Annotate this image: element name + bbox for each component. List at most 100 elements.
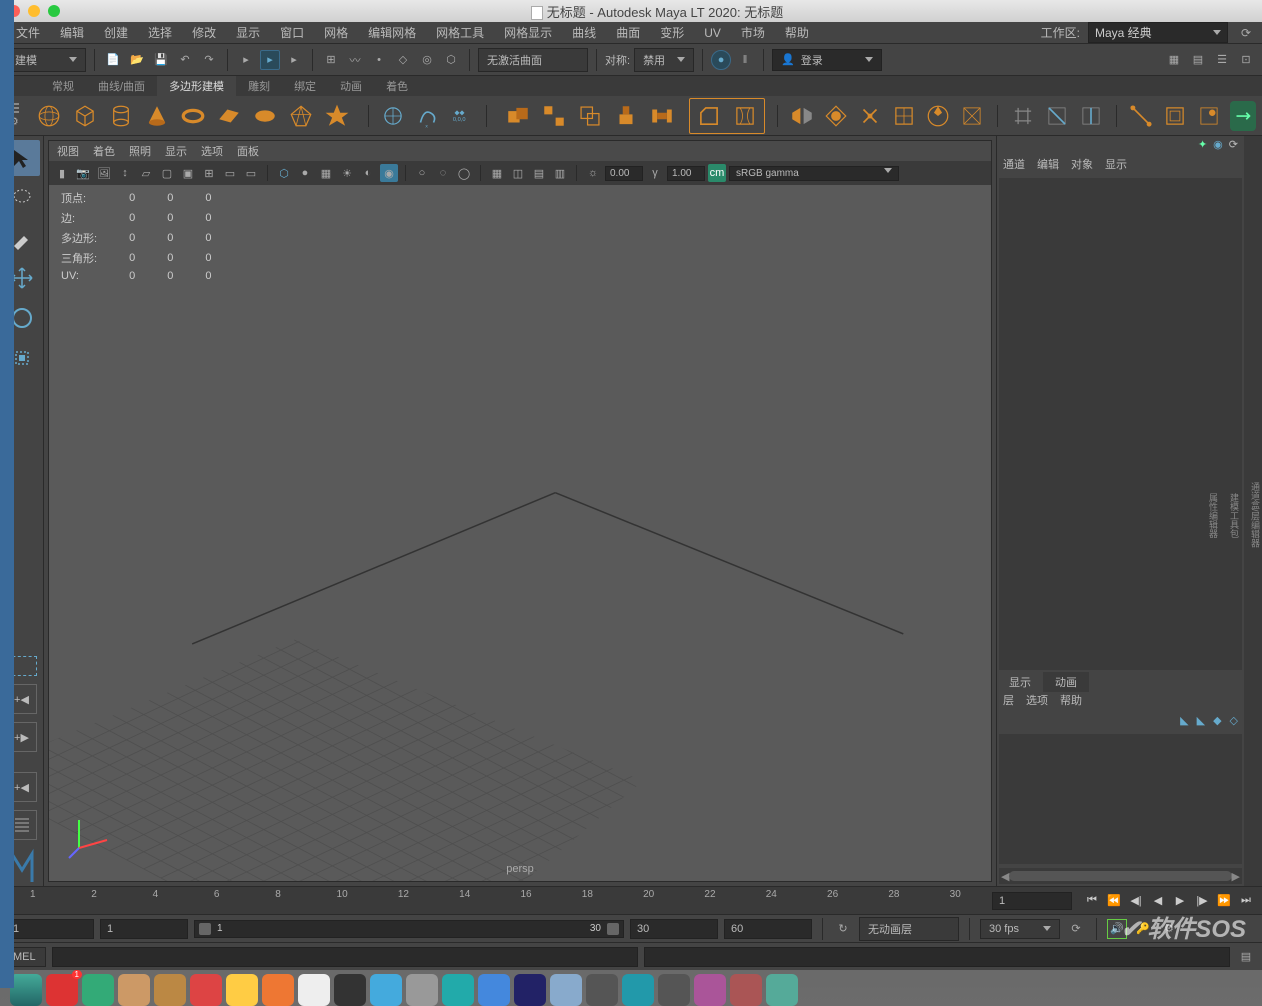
step-back-key-icon[interactable]: ⏪ — [1104, 891, 1124, 911]
poly-plane-icon[interactable] — [214, 101, 244, 131]
cmd-input[interactable] — [52, 947, 638, 967]
play-forward-icon[interactable]: ▶ — [1170, 891, 1190, 911]
menu-create[interactable]: 创建 — [94, 22, 138, 43]
dock-maya-icon[interactable] — [766, 974, 798, 1006]
bevel-icon[interactable] — [694, 101, 724, 131]
dock-app5-icon[interactable] — [190, 974, 222, 1006]
current-frame-field[interactable]: 1 — [992, 892, 1072, 910]
range-end-field[interactable]: 60 — [724, 919, 812, 939]
shelf-tab-rigging[interactable]: 绑定 — [282, 76, 328, 96]
dock-app8-icon[interactable] — [298, 974, 330, 1006]
menu-help[interactable]: 帮助 — [775, 22, 819, 43]
poly-cube-icon[interactable] — [70, 101, 100, 131]
dock-app6-icon[interactable] — [226, 974, 258, 1006]
menu-deform[interactable]: 变形 — [650, 22, 694, 43]
menu-edit-mesh[interactable]: 编辑网格 — [358, 22, 426, 43]
go-end-icon[interactable]: ⏭ — [1236, 891, 1256, 911]
dock-app2-icon[interactable] — [82, 974, 114, 1006]
vp-menu-shading[interactable]: 着色 — [93, 143, 115, 159]
vp-menu-options[interactable]: 选项 — [201, 143, 223, 159]
menu-select[interactable]: 选择 — [138, 22, 182, 43]
dock-app10-icon[interactable] — [370, 974, 402, 1006]
triangulate-icon[interactable] — [959, 101, 985, 131]
camera-select-icon[interactable]: ▮ — [53, 164, 71, 182]
menu-set-selector[interactable]: 建模 — [6, 48, 86, 72]
gamma-icon[interactable]: γ — [646, 164, 664, 182]
step-forward-icon[interactable]: |▶ — [1192, 891, 1212, 911]
circularize-icon[interactable] — [823, 101, 849, 131]
resolution-gate-icon[interactable]: ▢ — [158, 164, 176, 182]
menu-mesh[interactable]: 网格 — [314, 22, 358, 43]
merge-icon[interactable] — [857, 101, 883, 131]
poly-cylinder-icon[interactable] — [106, 101, 136, 131]
open-scene-icon[interactable]: 📂 — [127, 50, 147, 70]
use-lights-icon[interactable]: ☀ — [338, 164, 356, 182]
film-gate-icon[interactable]: ▱ — [137, 164, 155, 182]
extrude-icon[interactable] — [611, 101, 641, 131]
reset-icon[interactable]: ⟳ — [1229, 138, 1238, 154]
minimize-icon[interactable] — [28, 5, 40, 17]
viewport-3d[interactable]: 顶点:000 边:000 多边形:000 三角形:000 UV:000 — [49, 185, 991, 881]
dock-app20-icon[interactable] — [730, 974, 762, 1006]
channel-menu-show[interactable]: 显示 — [1105, 156, 1127, 176]
select-object-icon[interactable]: ▸ — [260, 50, 280, 70]
mirror-icon[interactable] — [789, 101, 815, 131]
poly-torus-icon[interactable] — [178, 101, 208, 131]
exposure-icon[interactable]: ☼ — [584, 164, 602, 182]
make-live-icon[interactable]: ⬡ — [441, 50, 461, 70]
new-layer-icon[interactable]: ◆ — [1213, 714, 1221, 730]
snap-live-icon[interactable]: ◎ — [417, 50, 437, 70]
gameexporter-icon[interactable] — [1230, 101, 1256, 131]
toggle-attribute-icon[interactable]: ☰ — [1212, 50, 1232, 70]
playhead[interactable] — [0, 0, 14, 988]
smooth-shade-icon[interactable]: ● — [296, 164, 314, 182]
dock-finder-icon[interactable] — [10, 974, 42, 1006]
snap-point-icon[interactable]: • — [369, 50, 389, 70]
bridge-icon[interactable] — [647, 101, 677, 131]
snap-curve-icon[interactable]: 〰 — [345, 50, 365, 70]
image-plane-icon[interactable]: 🖼 — [95, 164, 113, 182]
layer-up-icon[interactable]: ◣ — [1180, 714, 1188, 730]
poly-platonic-icon[interactable] — [286, 101, 316, 131]
workspace-selector[interactable]: Maya 经典 — [1088, 22, 1228, 43]
dock-app13-icon[interactable] — [478, 974, 510, 1006]
go-start-icon[interactable]: ⏮ — [1082, 891, 1102, 911]
layer-scrollbar[interactable]: ◀▶ — [999, 868, 1242, 884]
pause-icon[interactable]: ‖ — [735, 50, 755, 70]
fps-selector[interactable]: 30 fps — [980, 919, 1060, 939]
shadows-icon[interactable]: ◐ — [359, 164, 377, 182]
dock-app12-icon[interactable] — [442, 974, 474, 1006]
dock-app18-icon[interactable] — [658, 974, 690, 1006]
dock-app7-icon[interactable] — [262, 974, 294, 1006]
insert-edge-icon[interactable] — [1078, 101, 1104, 131]
loop-icon[interactable]: ↻ — [833, 919, 853, 939]
channel-menu-channels[interactable]: 通道 — [1003, 156, 1025, 176]
field-chart-icon[interactable]: ⊞ — [200, 164, 218, 182]
dock-app16-icon[interactable] — [586, 974, 618, 1006]
crease-icon[interactable] — [1162, 101, 1188, 131]
dock-app17-icon[interactable] — [622, 974, 654, 1006]
sculpt-icon[interactable] — [1196, 101, 1222, 131]
toggle-modelingkit-icon[interactable]: ⊡ — [1236, 50, 1256, 70]
vp-menu-view[interactable]: 视图 — [57, 143, 79, 159]
quad-draw-icon[interactable] — [1010, 101, 1036, 131]
menu-uv[interactable]: UV — [694, 24, 731, 42]
time-ruler[interactable]: 124681012141618202224262830 — [30, 887, 988, 914]
range-start-field[interactable]: 1 — [6, 919, 94, 939]
combine-icon[interactable] — [503, 101, 533, 131]
vp-menu-lighting[interactable]: 照明 — [129, 143, 151, 159]
safe-title-icon[interactable]: ▭ — [242, 164, 260, 182]
layer-list[interactable] — [999, 734, 1242, 864]
layer-down-icon[interactable]: ◣ — [1197, 714, 1205, 730]
poly-type-icon[interactable] — [380, 101, 406, 131]
gamma-field[interactable]: 1.00 — [667, 166, 705, 181]
script-editor-icon[interactable]: ▤ — [1236, 947, 1256, 967]
symmetry-selector[interactable]: 禁用 — [634, 48, 694, 72]
isolate-select-icon[interactable]: ○ — [413, 164, 431, 182]
strip-modelingkit[interactable]: 建模工具包 — [1228, 493, 1241, 538]
dock-app11-icon[interactable] — [406, 974, 438, 1006]
login-button[interactable]: 👤登录 — [772, 49, 882, 71]
undo-icon[interactable]: ↶ — [175, 50, 195, 70]
menu-edit[interactable]: 编辑 — [50, 22, 94, 43]
ipr-icon[interactable]: ● — [711, 50, 731, 70]
